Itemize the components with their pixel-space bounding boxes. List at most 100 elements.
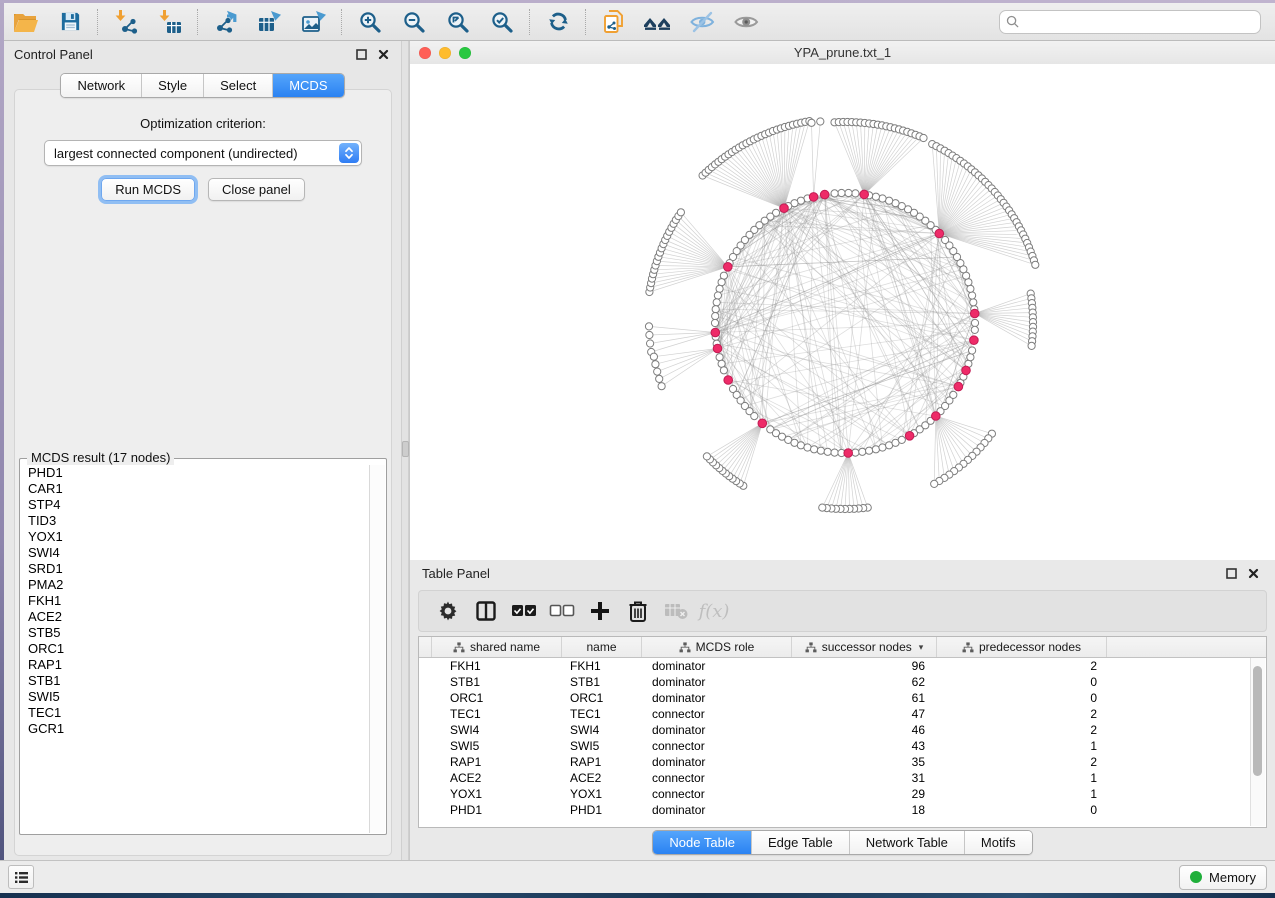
delete-column-button[interactable] bbox=[621, 594, 655, 628]
graph-node[interactable] bbox=[811, 446, 818, 453]
zoom-in-button[interactable] bbox=[348, 6, 392, 38]
graph-node[interactable] bbox=[817, 447, 824, 454]
mcds-result-item[interactable]: FKH1 bbox=[21, 593, 369, 609]
close-panel-button[interactable]: Close panel bbox=[208, 178, 305, 201]
graph-hub-node[interactable] bbox=[860, 190, 869, 199]
tab-motifs[interactable]: Motifs bbox=[965, 831, 1032, 854]
add-column-button[interactable] bbox=[583, 594, 617, 628]
export-image-button[interactable] bbox=[292, 6, 336, 38]
mcds-result-item[interactable]: TEC1 bbox=[21, 705, 369, 721]
graph-node[interactable] bbox=[852, 190, 859, 197]
tab-select[interactable]: Select bbox=[204, 74, 273, 97]
graph-node[interactable] bbox=[703, 453, 710, 460]
graph-hub-node[interactable] bbox=[935, 229, 944, 238]
graph-node[interactable] bbox=[656, 375, 663, 382]
import-network-button[interactable] bbox=[104, 6, 148, 38]
graph-node[interactable] bbox=[845, 189, 852, 196]
graph-node[interactable] bbox=[712, 306, 719, 313]
mcds-result-item[interactable]: STB5 bbox=[21, 625, 369, 641]
graph-node[interactable] bbox=[942, 236, 949, 243]
mcds-result-item[interactable]: YOX1 bbox=[21, 529, 369, 545]
graph-node[interactable] bbox=[872, 446, 879, 453]
control-panel-float-button[interactable] bbox=[353, 46, 369, 62]
mcds-result-item[interactable]: SWI4 bbox=[21, 545, 369, 561]
graph-node[interactable] bbox=[831, 190, 838, 197]
deselect-all-rows-button[interactable] bbox=[545, 594, 579, 628]
graph-hub-node[interactable] bbox=[970, 309, 979, 318]
table-row[interactable]: SWI5SWI5connector431 bbox=[419, 738, 1266, 754]
graph-node[interactable] bbox=[950, 391, 957, 398]
tab-edge-table[interactable]: Edge Table bbox=[752, 831, 850, 854]
graph-hub-node[interactable] bbox=[711, 328, 720, 337]
column-header-name[interactable]: name bbox=[562, 637, 642, 657]
graph-node[interactable] bbox=[969, 347, 976, 354]
table-row[interactable]: YOX1YOX1connector291 bbox=[419, 786, 1266, 802]
mcds-result-item[interactable]: RAP1 bbox=[21, 657, 369, 673]
graph-hub-node[interactable] bbox=[932, 412, 941, 421]
mcds-result-item[interactable]: SRD1 bbox=[21, 561, 369, 577]
graph-node[interactable] bbox=[714, 292, 721, 299]
graph-node[interactable] bbox=[971, 326, 978, 333]
graph-node[interactable] bbox=[817, 118, 824, 125]
graph-node[interactable] bbox=[804, 444, 811, 451]
mcds-result-item[interactable]: GCR1 bbox=[21, 721, 369, 737]
graph-hub-node[interactable] bbox=[820, 190, 829, 199]
export-table-button[interactable] bbox=[248, 6, 292, 38]
table-row[interactable]: ORC1ORC1dominator610 bbox=[419, 690, 1266, 706]
graph-hub-node[interactable] bbox=[713, 344, 722, 353]
hide-selected-button[interactable] bbox=[680, 6, 724, 38]
memory-button[interactable]: Memory bbox=[1179, 865, 1267, 890]
vertical-splitter[interactable] bbox=[401, 41, 409, 860]
graph-node[interactable] bbox=[931, 480, 938, 487]
mcds-result-scrollbar[interactable] bbox=[369, 465, 385, 833]
table-row[interactable]: TEC1TEC1connector472 bbox=[419, 706, 1266, 722]
table-row[interactable]: PHD1PHD1dominator180 bbox=[419, 802, 1266, 818]
table-panel-close-button[interactable] bbox=[1245, 565, 1261, 581]
function-builder-button[interactable]: f(x) bbox=[697, 594, 731, 628]
network-canvas[interactable] bbox=[410, 64, 1275, 560]
graph-node[interactable] bbox=[808, 119, 815, 126]
graph-node[interactable] bbox=[645, 323, 652, 330]
graph-node[interactable] bbox=[720, 367, 727, 374]
show-columns-button[interactable] bbox=[469, 594, 503, 628]
delete-table-button[interactable] bbox=[659, 594, 693, 628]
graph-node[interactable] bbox=[646, 331, 653, 338]
graph-node[interactable] bbox=[650, 353, 657, 360]
table-row[interactable]: STB1STB1dominator620 bbox=[419, 674, 1266, 690]
column-header-shared-name[interactable]: shared name bbox=[432, 637, 562, 657]
mcds-result-item[interactable]: SWI5 bbox=[21, 689, 369, 705]
save-session-button[interactable] bbox=[48, 6, 92, 38]
column-header-MCDS-role[interactable]: MCDS role bbox=[642, 637, 792, 657]
graph-hub-node[interactable] bbox=[844, 449, 853, 458]
graph-node[interactable] bbox=[866, 447, 873, 454]
table-row[interactable]: ACE2ACE2connector311 bbox=[419, 770, 1266, 786]
graph-node[interactable] bbox=[879, 195, 886, 202]
tab-mcds[interactable]: MCDS bbox=[273, 74, 343, 97]
graph-node[interactable] bbox=[652, 361, 659, 368]
graph-node[interactable] bbox=[838, 189, 845, 196]
open-file-button[interactable] bbox=[4, 6, 48, 38]
mcds-result-item[interactable]: STB1 bbox=[21, 673, 369, 689]
graph-node[interactable] bbox=[920, 134, 927, 141]
graph-hub-node[interactable] bbox=[809, 193, 818, 202]
mcds-result-item[interactable]: TID3 bbox=[21, 513, 369, 529]
graph-node[interactable] bbox=[647, 340, 654, 347]
zoom-out-button[interactable] bbox=[392, 6, 436, 38]
graph-node[interactable] bbox=[1028, 342, 1035, 349]
table-scrollbar[interactable] bbox=[1250, 658, 1265, 826]
splitter-grip[interactable] bbox=[402, 441, 409, 457]
graph-node[interactable] bbox=[872, 193, 879, 200]
table-row[interactable]: SWI4SWI4dominator462 bbox=[419, 722, 1266, 738]
mcds-result-item[interactable]: ACE2 bbox=[21, 609, 369, 625]
mcds-result-item[interactable]: PMA2 bbox=[21, 577, 369, 593]
graph-node[interactable] bbox=[831, 449, 838, 456]
import-table-button[interactable] bbox=[148, 6, 192, 38]
graph-hub-node[interactable] bbox=[954, 382, 963, 391]
graph-node[interactable] bbox=[898, 436, 905, 443]
graph-node[interactable] bbox=[751, 413, 758, 420]
export-network-button[interactable] bbox=[204, 6, 248, 38]
mcds-result-item[interactable]: STP4 bbox=[21, 497, 369, 513]
graph-hub-node[interactable] bbox=[780, 204, 789, 213]
mcds-result-item[interactable]: CAR1 bbox=[21, 481, 369, 497]
first-neighbors-button[interactable] bbox=[636, 6, 680, 38]
